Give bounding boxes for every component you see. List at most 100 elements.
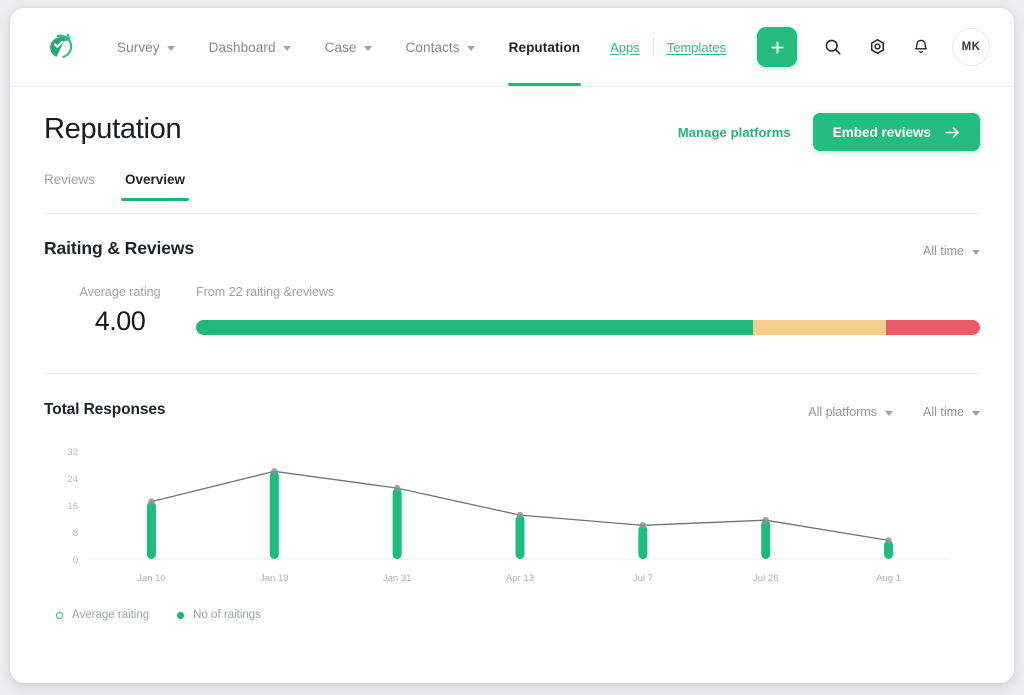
rating-time-filter-dropdown[interactable]: All time (923, 244, 980, 258)
main-nav-items: Survey Dashboard Case Contacts Reputatio… (100, 8, 597, 86)
legend-item-average-raiting: Average raiting (56, 609, 149, 621)
average-rating-value: 4.00 (44, 306, 196, 337)
legend-item-no-of-raitings: No of raitings (177, 609, 261, 621)
templates-link[interactable]: Templates (654, 40, 739, 55)
average-rating-label: Average rating (44, 285, 196, 299)
chevron-down-icon (885, 411, 893, 416)
chevron-down-icon (364, 46, 372, 51)
nav-item-dashboard[interactable]: Dashboard (192, 8, 308, 86)
search-button[interactable] (816, 30, 850, 64)
chart-time-filter-value: All time (923, 405, 964, 419)
page-tabs: Reviews Overview (44, 172, 980, 213)
x-axis-tick-label: Jan 10 (137, 573, 166, 584)
chart-line-point (148, 498, 154, 504)
chart-line-point (394, 485, 400, 491)
x-axis-tick-label: Jul 26 (753, 573, 778, 584)
chevron-down-icon (283, 46, 291, 51)
chart-line-point (885, 537, 891, 543)
tab-label: Reviews (44, 172, 95, 187)
chart-line-point (763, 517, 769, 523)
chart-bar (147, 502, 156, 559)
rating-reviews-section: Raiting & Reviews All time Average ratin… (10, 214, 1014, 374)
tab-label: Overview (125, 172, 185, 187)
y-axis-tick-label: 16 (67, 501, 78, 512)
platform-filter-value: All platforms (808, 405, 877, 419)
tab-overview[interactable]: Overview (125, 172, 185, 200)
quick-links: Apps Templates (597, 37, 739, 57)
manage-platforms-link[interactable]: Manage platforms (678, 125, 791, 140)
responses-chart: 0 8 16 24 32 Jan 10 Jan 19 Jan 31 Apr 13 Jul 7 Jul… (44, 441, 980, 589)
responses-chart-svg: 0 8 16 24 32 Jan 10 Jan 19 Jan 31 Apr 13 Jul 7 Jul… (44, 441, 964, 589)
legend-label: Average raiting (72, 609, 149, 621)
apps-link[interactable]: Apps (597, 40, 653, 55)
legend-marker-hollow-icon (56, 612, 63, 619)
rating-count-caption: From 22 raiting &reviews (196, 285, 980, 299)
y-axis-tick-label: 32 (67, 447, 78, 458)
chart-bar (761, 520, 770, 559)
chart-legend: Average raiting No of raitings (44, 609, 980, 621)
rating-distribution-block: From 22 raiting &reviews (196, 285, 980, 337)
avatar-initials: MK (962, 41, 981, 53)
nav-item-label: Case (325, 40, 357, 55)
chevron-down-icon (467, 46, 475, 51)
embed-reviews-label: Embed reviews (833, 125, 931, 140)
plus-icon (770, 40, 785, 55)
x-axis-tick-label: Jan 19 (260, 573, 289, 584)
legend-marker-solid-icon (177, 612, 184, 619)
nav-item-label: Reputation (509, 40, 581, 55)
embed-reviews-button[interactable]: Embed reviews (813, 113, 980, 151)
total-responses-section: Total Responses All platforms All time 0… (10, 374, 1014, 621)
chart-line-point (517, 512, 523, 518)
chart-line-point (640, 522, 646, 528)
nav-item-label: Dashboard (209, 40, 276, 55)
user-avatar[interactable]: MK (952, 28, 990, 66)
y-axis-tick-label: 8 (73, 528, 78, 539)
chart-bar (516, 515, 525, 559)
y-axis-tick-label: 0 (73, 555, 78, 566)
rating-segment-negative (886, 320, 980, 335)
app-logo[interactable] (43, 24, 78, 70)
screenshot-viewport: Survey Dashboard Case Contacts Reputatio… (0, 0, 1024, 695)
top-navigation-bar: Survey Dashboard Case Contacts Reputatio… (10, 8, 1014, 87)
chart-bar (270, 471, 279, 559)
app-window: Survey Dashboard Case Contacts Reputatio… (10, 8, 1014, 683)
average-rating-block: Average rating 4.00 (44, 285, 196, 337)
page-header-actions: Manage platforms Embed reviews (678, 113, 980, 151)
x-axis-tick-label: Jul 7 (633, 573, 653, 584)
rating-distribution-bar (196, 320, 980, 335)
notifications-bell-icon (912, 38, 930, 56)
x-axis-tick-label: Aug 1 (876, 573, 901, 584)
leaf-check-logo-icon (46, 32, 76, 62)
search-icon (824, 38, 842, 56)
legend-label: No of raitings (193, 609, 261, 621)
settings-icon (868, 38, 887, 57)
platform-filter-dropdown[interactable]: All platforms (808, 405, 893, 419)
tab-reviews[interactable]: Reviews (44, 172, 95, 200)
chart-bar (393, 488, 402, 559)
chevron-down-icon (167, 46, 175, 51)
chart-line-point (271, 468, 277, 474)
nav-item-label: Survey (117, 40, 160, 55)
top-nav-actions: Apps Templates (597, 27, 990, 67)
settings-button[interactable] (860, 30, 894, 64)
nav-item-survey[interactable]: Survey (100, 8, 192, 86)
rating-segment-positive (196, 320, 753, 335)
chart-filters: All platforms All time (808, 405, 980, 419)
rating-section-title: Raiting & Reviews (44, 238, 980, 259)
chart-bar (638, 525, 647, 559)
x-axis-tick-label: Jan 31 (383, 573, 412, 584)
notifications-button[interactable] (904, 30, 938, 64)
nav-item-contacts[interactable]: Contacts (389, 8, 492, 86)
nav-item-case[interactable]: Case (308, 8, 389, 86)
y-axis-tick-label: 24 (67, 474, 78, 485)
nav-item-reputation[interactable]: Reputation (492, 8, 598, 86)
rating-time-filter-value: All time (923, 244, 964, 258)
chevron-down-icon (972, 250, 980, 255)
chart-time-filter-dropdown[interactable]: All time (923, 405, 980, 419)
rating-segment-neutral (753, 320, 886, 335)
chevron-down-icon (972, 411, 980, 416)
x-axis-tick-label: Apr 13 (506, 573, 534, 584)
create-new-button[interactable] (757, 27, 797, 67)
arrow-right-icon (945, 126, 960, 139)
nav-item-label: Contacts (406, 40, 460, 55)
